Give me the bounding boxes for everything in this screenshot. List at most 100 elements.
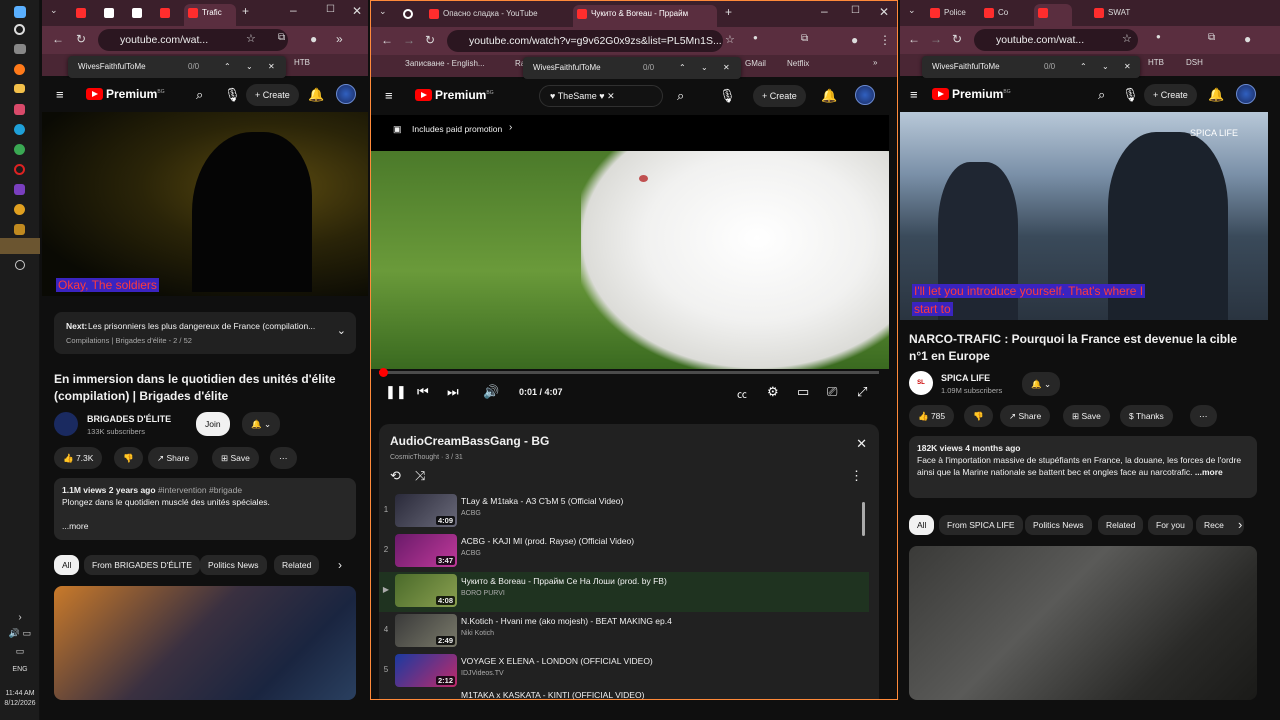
close-icon[interactable]: ✕: [879, 5, 889, 19]
task-view-icon[interactable]: [14, 44, 26, 54]
new-tab-icon[interactable]: +: [725, 5, 732, 19]
menu-icon[interactable]: ≡: [56, 87, 64, 102]
find-input[interactable]: WivesFaithfulToMe: [932, 56, 1000, 78]
tab-chukito[interactable]: Чукито & Boreau - Пррайм: [573, 5, 717, 27]
tab-youtube-4[interactable]: [156, 4, 180, 26]
minimize-icon[interactable]: –: [290, 3, 297, 17]
find-next-icon[interactable]: ⌄: [1102, 56, 1109, 78]
chip-politics-news[interactable]: Politics News: [200, 555, 267, 575]
notifications-icon[interactable]: 🔔: [1208, 87, 1224, 103]
windows-start-icon[interactable]: [14, 6, 26, 18]
mic-icon[interactable]: 🎙: [719, 88, 736, 104]
fullscreen-icon[interactable]: ⤢: [857, 384, 867, 400]
description-box[interactable]: 1.1M views 2 years ago #intervention #br…: [54, 478, 356, 540]
bookmark-english[interactable]: Записване - English...: [405, 59, 485, 68]
video-player[interactable]: [42, 112, 368, 296]
youtube-logo[interactable]: PremiumBG: [932, 87, 1011, 101]
paid-promotion-bar[interactable]: ▣ Includes paid promotion ›: [371, 115, 889, 151]
chips-next-icon[interactable]: ›: [1238, 517, 1242, 532]
chip-from-channel[interactable]: From BRIGADES D'ÉLITE: [84, 555, 200, 575]
next-in-playlist-card[interactable]: Next: Les prisonniers les plus dangereux…: [54, 312, 356, 354]
like-button[interactable]: 👍 7.3K: [54, 447, 103, 469]
tab-search-icon[interactable]: ⌄: [908, 5, 916, 16]
notification-bell-button[interactable]: 🔔 ⌄: [1022, 372, 1061, 396]
like-button[interactable]: 👍 785: [909, 405, 955, 427]
bookmark-dsh[interactable]: DSH: [1186, 58, 1203, 67]
find-input[interactable]: WivesFaithfulToMe: [78, 56, 146, 78]
loop-icon[interactable]: ⟲: [390, 468, 401, 484]
more-actions-button[interactable]: ⋯: [270, 447, 297, 469]
search-icon[interactable]: ⌕: [677, 88, 684, 104]
tab-youtube-1[interactable]: [72, 4, 96, 26]
tab-swat[interactable]: SWAT: [1090, 4, 1140, 26]
back-icon[interactable]: ←: [52, 32, 64, 46]
file-explorer-icon[interactable]: [14, 84, 25, 93]
firefox-icon[interactable]: [14, 64, 25, 75]
extensions-icon[interactable]: ⧉: [278, 32, 285, 43]
app-icon[interactable]: [14, 224, 25, 235]
save-button[interactable]: ⊞ Save: [212, 447, 259, 469]
previous-icon[interactable]: ⏮: [417, 384, 429, 400]
menu-icon[interactable]: ≡: [910, 87, 918, 102]
channel-avatar[interactable]: SL: [909, 371, 933, 395]
playlist-item[interactable]: 5 2:12 VOYAGE X ELENA - LONDON (OFFICIAL…: [379, 652, 869, 692]
show-more-link[interactable]: ...more: [1195, 467, 1223, 477]
reload-icon[interactable]: ↻: [952, 32, 962, 46]
shuffle-icon[interactable]: ⤨: [415, 468, 425, 484]
bookmark-gmail[interactable]: GMail: [745, 59, 766, 68]
playlist-close-icon[interactable]: ✕: [856, 436, 867, 452]
more-tabs-icon[interactable]: »: [336, 32, 343, 46]
maximize-icon[interactable]: ☐: [326, 4, 335, 15]
find-next-icon[interactable]: ⌄: [246, 56, 253, 78]
pause-icon[interactable]: ❚❚: [385, 384, 407, 400]
reload-icon[interactable]: ↻: [76, 32, 86, 46]
chrome-icon[interactable]: [14, 144, 25, 155]
chip-all[interactable]: All: [54, 555, 80, 575]
save-button[interactable]: ⊞ Save: [1063, 405, 1110, 427]
avatar[interactable]: [1236, 84, 1256, 104]
extension-480-icon[interactable]: ●: [753, 33, 758, 42]
progress-bar[interactable]: [379, 368, 879, 377]
maximize-icon[interactable]: ☐: [851, 5, 860, 16]
menu-dots-icon[interactable]: ⋮: [879, 33, 891, 47]
dislike-button[interactable]: 👎: [964, 405, 993, 427]
channel-name[interactable]: BRIGADES D'ÉLITE: [87, 414, 171, 424]
url-field[interactable]: youtube.com/watch?v=g9v62G0x9zs&list=PL5…: [447, 30, 723, 52]
profile-icon[interactable]: ●: [1244, 32, 1251, 46]
find-prev-icon[interactable]: ⌃: [1080, 56, 1087, 78]
url-field[interactable]: youtube.com/wat...: [98, 29, 288, 51]
tab-youtube-3[interactable]: [128, 4, 152, 26]
chip-recent[interactable]: Rece: [1196, 515, 1244, 535]
search-icon[interactable]: ⌕: [1098, 87, 1105, 103]
clock-date[interactable]: 8/12/2026: [0, 700, 40, 707]
notification-bell-button[interactable]: 🔔 ⌄: [242, 412, 281, 436]
playlist-title[interactable]: AudioCreamBassGang - BG: [390, 434, 549, 448]
show-more-link[interactable]: ...more: [62, 521, 88, 531]
chip-politics-news[interactable]: Politics News: [1025, 515, 1092, 535]
extension-480-icon[interactable]: ●: [1156, 32, 1161, 41]
tab-trafic[interactable]: Trafic: [184, 4, 236, 26]
avatar[interactable]: [855, 85, 875, 105]
find-prev-icon[interactable]: ⌃: [679, 57, 686, 79]
chip-from-channel[interactable]: From SPICA LIFE: [939, 515, 1023, 535]
forward-icon[interactable]: →: [403, 33, 415, 47]
mic-icon[interactable]: 🎙: [224, 87, 241, 103]
share-button[interactable]: ↗ Share: [148, 447, 199, 469]
playlist-menu-icon[interactable]: ⋮: [850, 468, 863, 484]
chevron-up-icon[interactable]: ›: [0, 612, 40, 623]
bookmark-netflix[interactable]: Netflix: [787, 59, 809, 68]
language-indicator[interactable]: ENG: [0, 666, 40, 673]
new-tab-icon[interactable]: +: [242, 4, 249, 18]
star-icon[interactable]: ☆: [1122, 32, 1132, 45]
avatar[interactable]: [336, 84, 356, 104]
url-field[interactable]: youtube.com/wat...: [974, 29, 1138, 51]
clock-app-icon[interactable]: [15, 260, 25, 270]
search-input[interactable]: ♥ TheSame ♥ ✕: [539, 85, 663, 107]
miniplayer-icon[interactable]: ▭: [797, 384, 809, 400]
bookmark-htb[interactable]: HTB: [1148, 58, 1164, 67]
opera-icon[interactable]: [14, 164, 25, 175]
create-button[interactable]: + Create: [753, 85, 806, 107]
playlist-item[interactable]: 1 4:09 TLay & M1taka - АЗ СЪМ 5 (Officia…: [379, 492, 869, 532]
find-next-icon[interactable]: ⌄: [701, 57, 708, 79]
description-box[interactable]: 182K views 4 months ago Face à l'importa…: [909, 436, 1257, 498]
